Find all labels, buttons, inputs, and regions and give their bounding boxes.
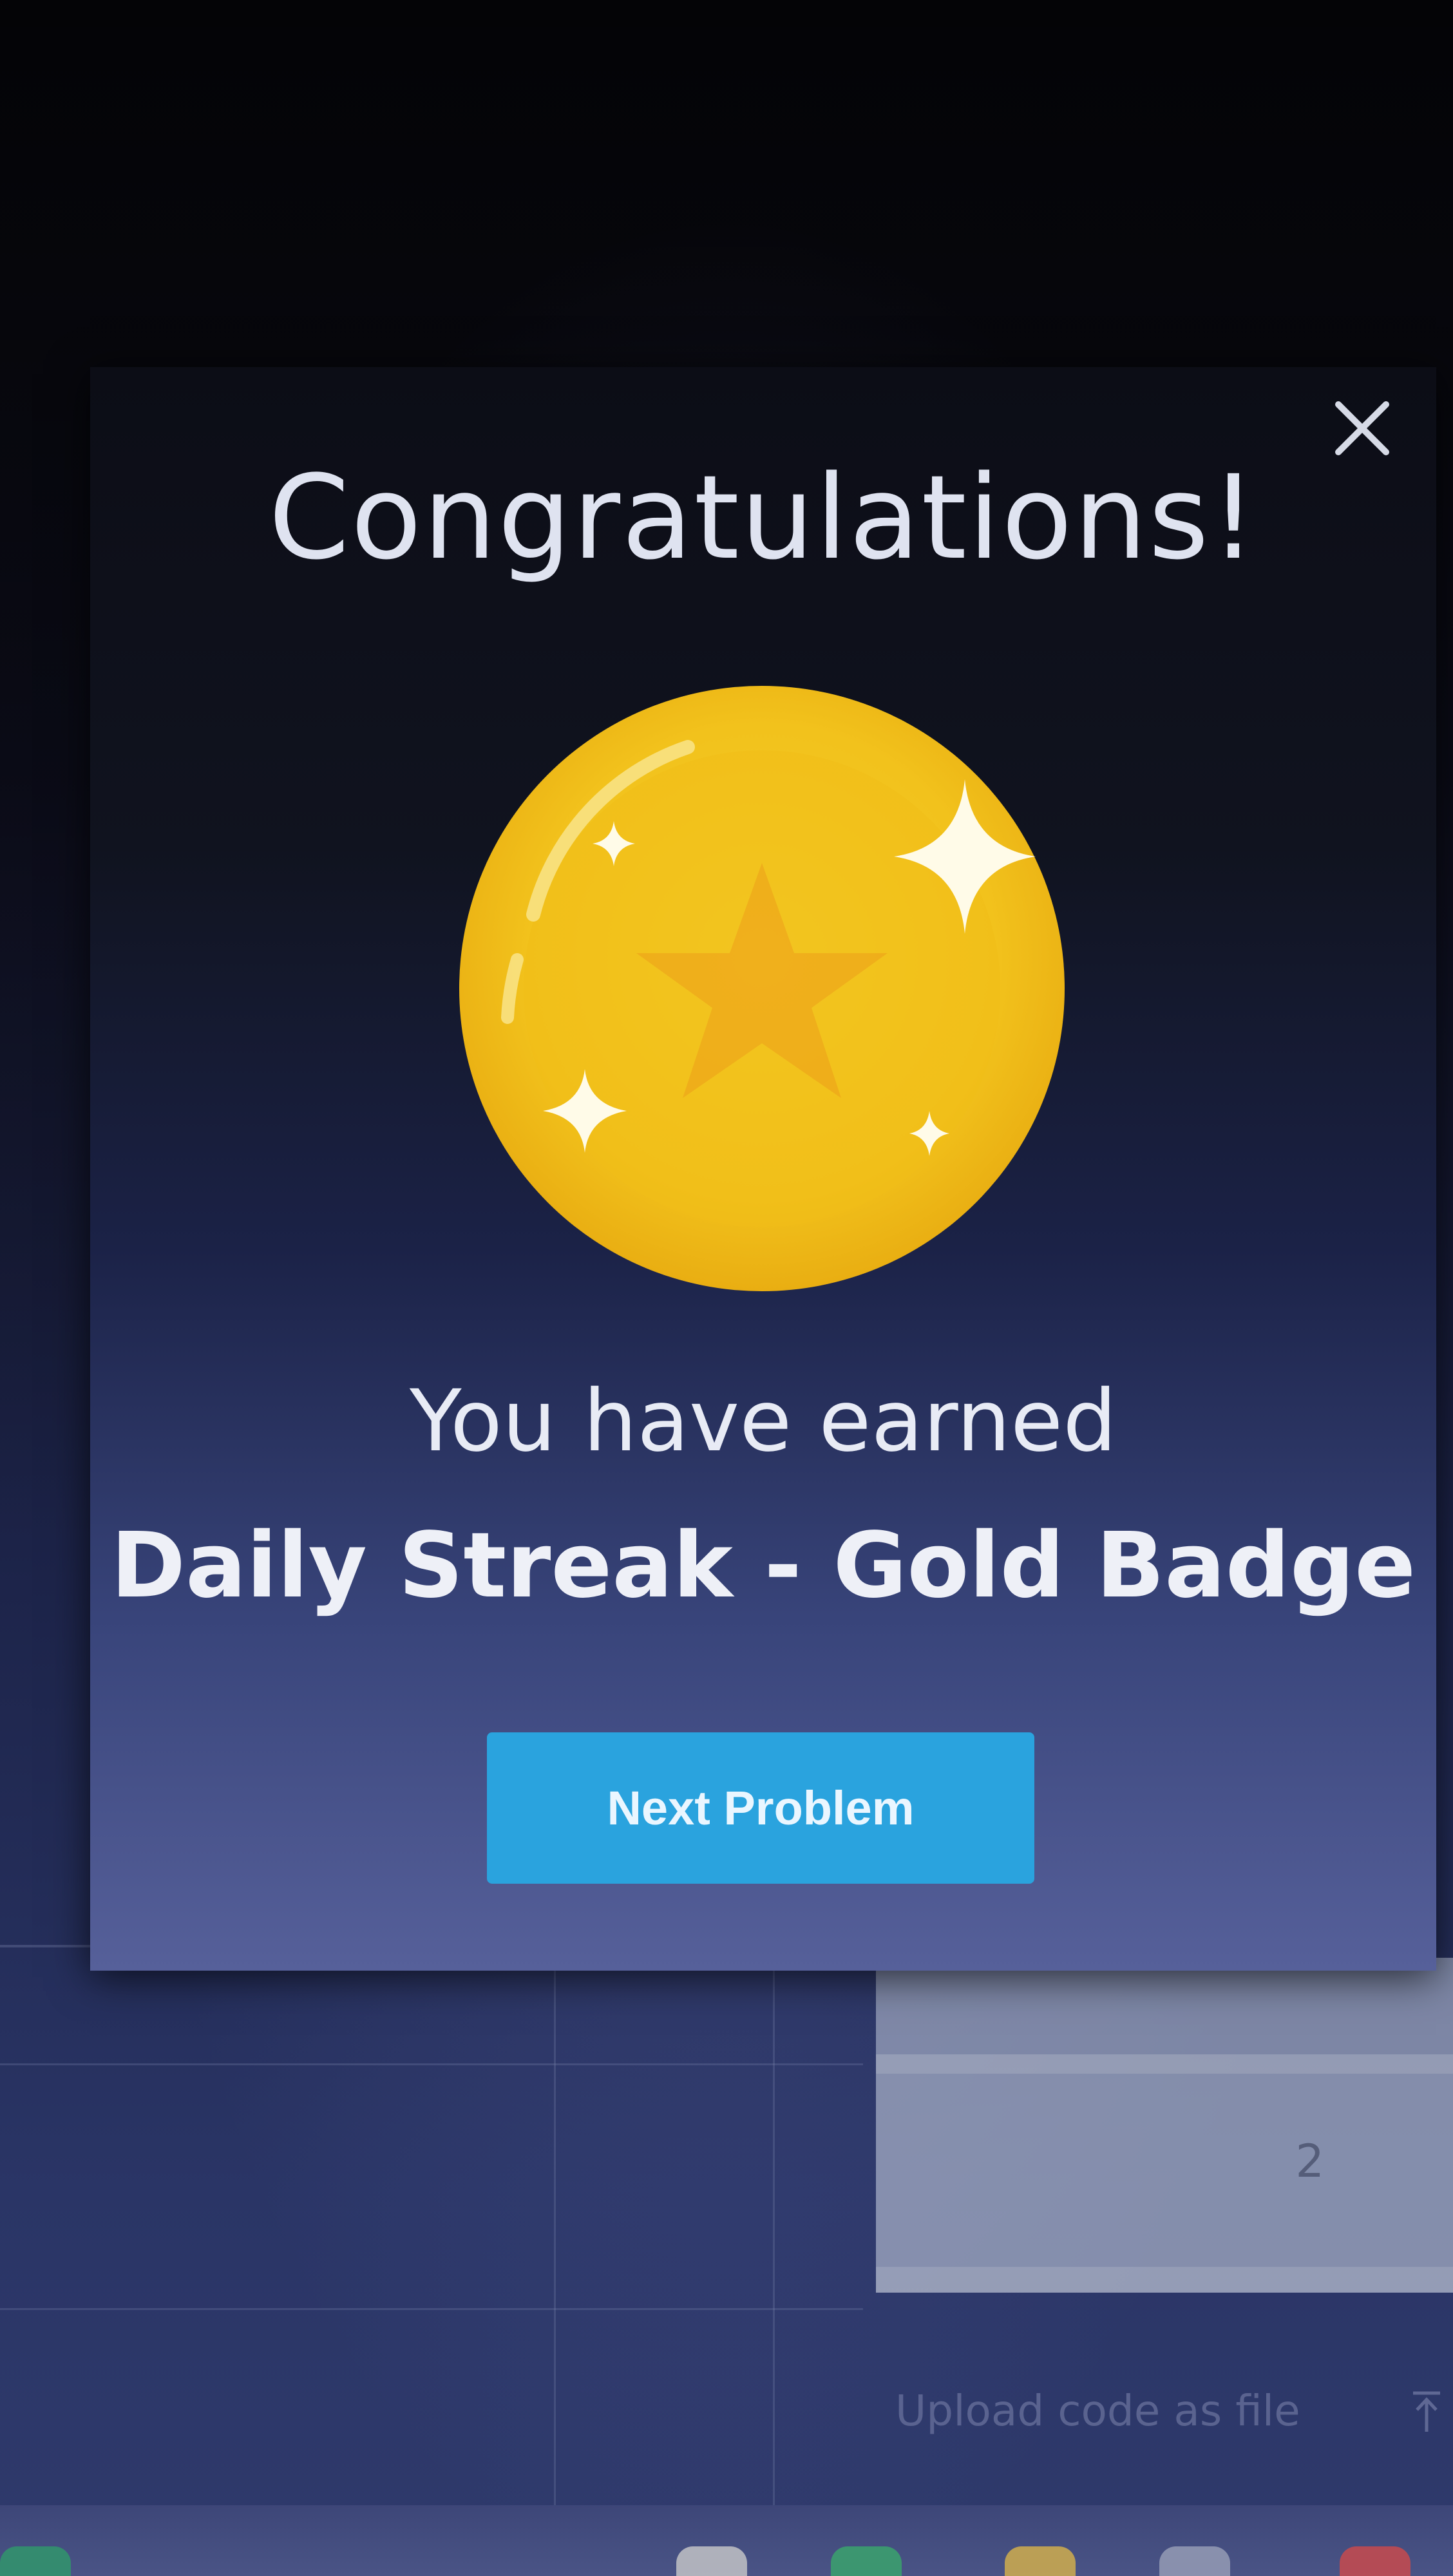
taskbar-app-icon[interactable] <box>0 2546 71 2576</box>
taskbar-app-icon[interactable] <box>1005 2546 1076 2576</box>
badge-earned-modal: Congratulations! You have earned Daily S… <box>90 367 1436 1971</box>
taskbar-app-icon[interactable] <box>676 2546 747 2576</box>
subtask-score-cell <box>876 1958 1453 2054</box>
upload-code-link[interactable]: Upload code as file <box>895 2386 1300 2436</box>
upload-icon[interactable] <box>1410 2389 1443 2434</box>
badge-name: Daily Streak - Gold Badge <box>110 1513 1416 1618</box>
taskbar-app-icon[interactable] <box>1159 2546 1230 2576</box>
modal-title: Congratulations! <box>268 451 1258 585</box>
earned-text: You have earned <box>409 1372 1117 1471</box>
background-code-panel <box>0 1945 863 2514</box>
taskbar-app-icon[interactable] <box>1340 2546 1410 2576</box>
taskbar-app-icon[interactable] <box>831 2546 902 2576</box>
background-subtask-table: 2 <box>876 1958 1453 2293</box>
subtask-number-cell: 2 <box>876 2074 1453 2267</box>
gold-medal-icon <box>456 683 1068 1294</box>
next-problem-button[interactable]: Next Problem <box>487 1732 1034 1884</box>
taskbar <box>0 2505 1453 2576</box>
